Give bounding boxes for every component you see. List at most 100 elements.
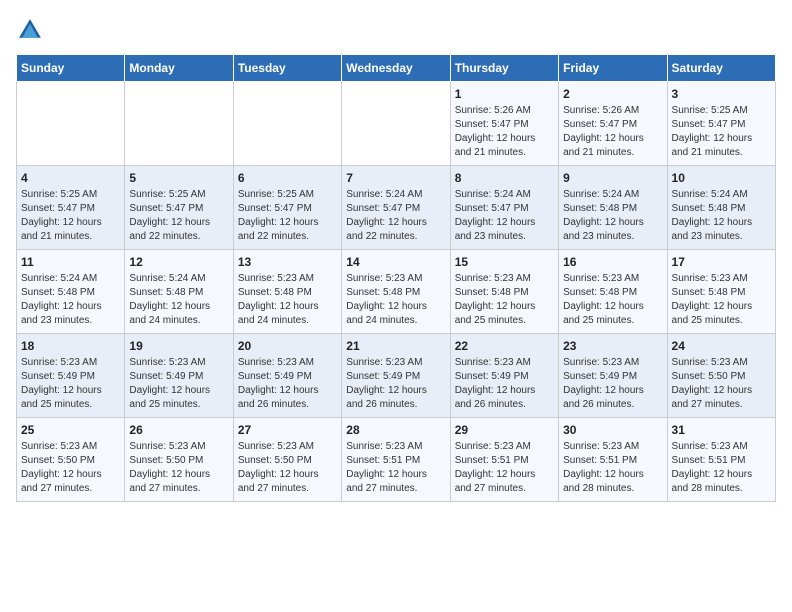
day-info: Sunrise: 5:25 AM Sunset: 5:47 PM Dayligh… (21, 188, 120, 244)
day-number: 5 (129, 171, 228, 185)
day-info: Sunrise: 5:23 AM Sunset: 5:48 PM Dayligh… (455, 272, 554, 328)
calendar-cell: 31 Sunrise: 5:23 AM Sunset: 5:51 PM Dayli… (667, 418, 775, 502)
day-header-thursday: Thursday (450, 55, 558, 82)
day-info: Sunrise: 5:23 AM Sunset: 5:49 PM Dayligh… (346, 356, 445, 412)
day-number: 25 (21, 423, 120, 437)
calendar-cell: 3Sunrise: 5:25 AM Sunset: 5:47 PM Daylig… (667, 82, 775, 166)
day-info: Sunrise: 5:23 AM Sunset: 5:48 PM Dayligh… (238, 272, 337, 328)
calendar-cell: 10Sunrise: 5:24 AM Sunset: 5:48 PM Dayli… (667, 166, 775, 250)
calendar-cell: 15 Sunrise: 5:23 AM Sunset: 5:48 PM Dayli… (450, 250, 558, 334)
week-row-4: 18 Sunrise: 5:23 AM Sunset: 5:49 PM Dayli… (17, 334, 776, 418)
day-header-sunday: Sunday (17, 55, 125, 82)
day-info: Sunrise: 5:23 AM Sunset: 5:50 PM Dayligh… (672, 356, 771, 412)
day-info: Sunrise: 5:23 AM Sunset: 5:49 PM Dayligh… (563, 356, 662, 412)
day-header-friday: Friday (559, 55, 667, 82)
calendar-cell (342, 82, 450, 166)
week-row-5: 25 Sunrise: 5:23 AM Sunset: 5:50 PM Dayli… (17, 418, 776, 502)
day-number: 18 (21, 339, 120, 353)
calendar-cell (17, 82, 125, 166)
calendar-cell: 23 Sunrise: 5:23 AM Sunset: 5:49 PM Dayli… (559, 334, 667, 418)
day-info: Sunrise: 5:25 AM Sunset: 5:47 PM Dayligh… (238, 188, 337, 244)
week-row-3: 11 Sunrise: 5:24 AM Sunset: 5:48 PM Dayli… (17, 250, 776, 334)
day-number: 1 (455, 87, 554, 101)
day-info: Sunrise: 5:23 AM Sunset: 5:48 PM Dayligh… (563, 272, 662, 328)
day-info: Sunrise: 5:23 AM Sunset: 5:51 PM Dayligh… (563, 440, 662, 496)
day-number: 4 (21, 171, 120, 185)
calendar-cell: 9 Sunrise: 5:24 AM Sunset: 5:48 PM Daylig… (559, 166, 667, 250)
day-header-saturday: Saturday (667, 55, 775, 82)
day-number: 26 (129, 423, 228, 437)
calendar-cell: 22 Sunrise: 5:23 AM Sunset: 5:49 PM Dayli… (450, 334, 558, 418)
day-number: 6 (238, 171, 337, 185)
calendar-table: SundayMondayTuesdayWednesdayThursdayFrid… (16, 54, 776, 502)
calendar-cell: 8 Sunrise: 5:24 AM Sunset: 5:47 PM Daylig… (450, 166, 558, 250)
day-number: 17 (672, 255, 771, 269)
day-info: Sunrise: 5:24 AM Sunset: 5:48 PM Dayligh… (563, 188, 662, 244)
day-info: Sunrise: 5:23 AM Sunset: 5:50 PM Dayligh… (21, 440, 120, 496)
calendar-cell: 1 Sunrise: 5:26 AM Sunset: 5:47 PM Daylig… (450, 82, 558, 166)
day-info: Sunrise: 5:23 AM Sunset: 5:49 PM Dayligh… (238, 356, 337, 412)
day-info: Sunrise: 5:23 AM Sunset: 5:48 PM Dayligh… (346, 272, 445, 328)
day-number: 2 (563, 87, 662, 101)
calendar-cell: 28 Sunrise: 5:23 AM Sunset: 5:51 PM Dayli… (342, 418, 450, 502)
day-info: Sunrise: 5:23 AM Sunset: 5:48 PM Dayligh… (672, 272, 771, 328)
calendar-cell (125, 82, 233, 166)
calendar-cell: 30 Sunrise: 5:23 AM Sunset: 5:51 PM Dayli… (559, 418, 667, 502)
day-number: 15 (455, 255, 554, 269)
calendar-cell: 24 Sunrise: 5:23 AM Sunset: 5:50 PM Dayli… (667, 334, 775, 418)
day-info: Sunrise: 5:23 AM Sunset: 5:50 PM Dayligh… (129, 440, 228, 496)
day-number: 28 (346, 423, 445, 437)
day-number: 23 (563, 339, 662, 353)
day-number: 31 (672, 423, 771, 437)
calendar-header-row: SundayMondayTuesdayWednesdayThursdayFrid… (17, 55, 776, 82)
day-number: 19 (129, 339, 228, 353)
day-info: Sunrise: 5:26 AM Sunset: 5:47 PM Dayligh… (455, 104, 554, 160)
calendar-cell: 17 Sunrise: 5:23 AM Sunset: 5:48 PM Dayli… (667, 250, 775, 334)
logo (16, 16, 48, 44)
day-number: 8 (455, 171, 554, 185)
calendar-cell: 29 Sunrise: 5:23 AM Sunset: 5:51 PM Dayli… (450, 418, 558, 502)
day-number: 24 (672, 339, 771, 353)
calendar-cell: 11Sunrise: 5:24 AM Sunset: 5:48 PM Dayli… (17, 250, 125, 334)
day-number: 9 (563, 171, 662, 185)
week-row-2: 4 Sunrise: 5:25 AM Sunset: 5:47 PM Daylig… (17, 166, 776, 250)
day-number: 3 (672, 87, 771, 101)
day-info: Sunrise: 5:23 AM Sunset: 5:51 PM Dayligh… (346, 440, 445, 496)
day-number: 20 (238, 339, 337, 353)
calendar-cell: 19 Sunrise: 5:23 AM Sunset: 5:49 PM Dayli… (125, 334, 233, 418)
day-info: Sunrise: 5:23 AM Sunset: 5:50 PM Dayligh… (238, 440, 337, 496)
day-info: Sunrise: 5:24 AM Sunset: 5:47 PM Dayligh… (455, 188, 554, 244)
day-header-monday: Monday (125, 55, 233, 82)
day-info: Sunrise: 5:25 AM Sunset: 5:47 PM Dayligh… (129, 188, 228, 244)
calendar-cell: 14 Sunrise: 5:23 AM Sunset: 5:48 PM Dayli… (342, 250, 450, 334)
day-info: Sunrise: 5:24 AM Sunset: 5:47 PM Dayligh… (346, 188, 445, 244)
day-info: Sunrise: 5:24 AM Sunset: 5:48 PM Dayligh… (129, 272, 228, 328)
calendar-cell: 16 Sunrise: 5:23 AM Sunset: 5:48 PM Dayli… (559, 250, 667, 334)
day-header-wednesday: Wednesday (342, 55, 450, 82)
day-info: Sunrise: 5:23 AM Sunset: 5:49 PM Dayligh… (455, 356, 554, 412)
calendar-cell: 7 Sunrise: 5:24 AM Sunset: 5:47 PM Daylig… (342, 166, 450, 250)
day-number: 29 (455, 423, 554, 437)
calendar-cell: 4 Sunrise: 5:25 AM Sunset: 5:47 PM Daylig… (17, 166, 125, 250)
day-info: Sunrise: 5:23 AM Sunset: 5:49 PM Dayligh… (21, 356, 120, 412)
calendar-cell: 18 Sunrise: 5:23 AM Sunset: 5:49 PM Dayli… (17, 334, 125, 418)
day-info: Sunrise: 5:23 AM Sunset: 5:49 PM Dayligh… (129, 356, 228, 412)
day-info: Sunrise: 5:23 AM Sunset: 5:51 PM Dayligh… (455, 440, 554, 496)
calendar-cell: 26 Sunrise: 5:23 AM Sunset: 5:50 PM Dayli… (125, 418, 233, 502)
calendar-cell: 2Sunrise: 5:26 AM Sunset: 5:47 PM Daylig… (559, 82, 667, 166)
day-number: 7 (346, 171, 445, 185)
day-number: 12 (129, 255, 228, 269)
day-number: 16 (563, 255, 662, 269)
day-number: 22 (455, 339, 554, 353)
week-row-1: 1 Sunrise: 5:26 AM Sunset: 5:47 PM Daylig… (17, 82, 776, 166)
day-number: 27 (238, 423, 337, 437)
calendar-cell: 5 Sunrise: 5:25 AM Sunset: 5:47 PM Daylig… (125, 166, 233, 250)
calendar-cell: 12 Sunrise: 5:24 AM Sunset: 5:48 PM Dayli… (125, 250, 233, 334)
day-number: 30 (563, 423, 662, 437)
day-header-tuesday: Tuesday (233, 55, 341, 82)
calendar-cell: 21Sunrise: 5:23 AM Sunset: 5:49 PM Dayli… (342, 334, 450, 418)
day-info: Sunrise: 5:23 AM Sunset: 5:51 PM Dayligh… (672, 440, 771, 496)
day-number: 14 (346, 255, 445, 269)
page-header (16, 16, 776, 44)
day-number: 11 (21, 255, 120, 269)
